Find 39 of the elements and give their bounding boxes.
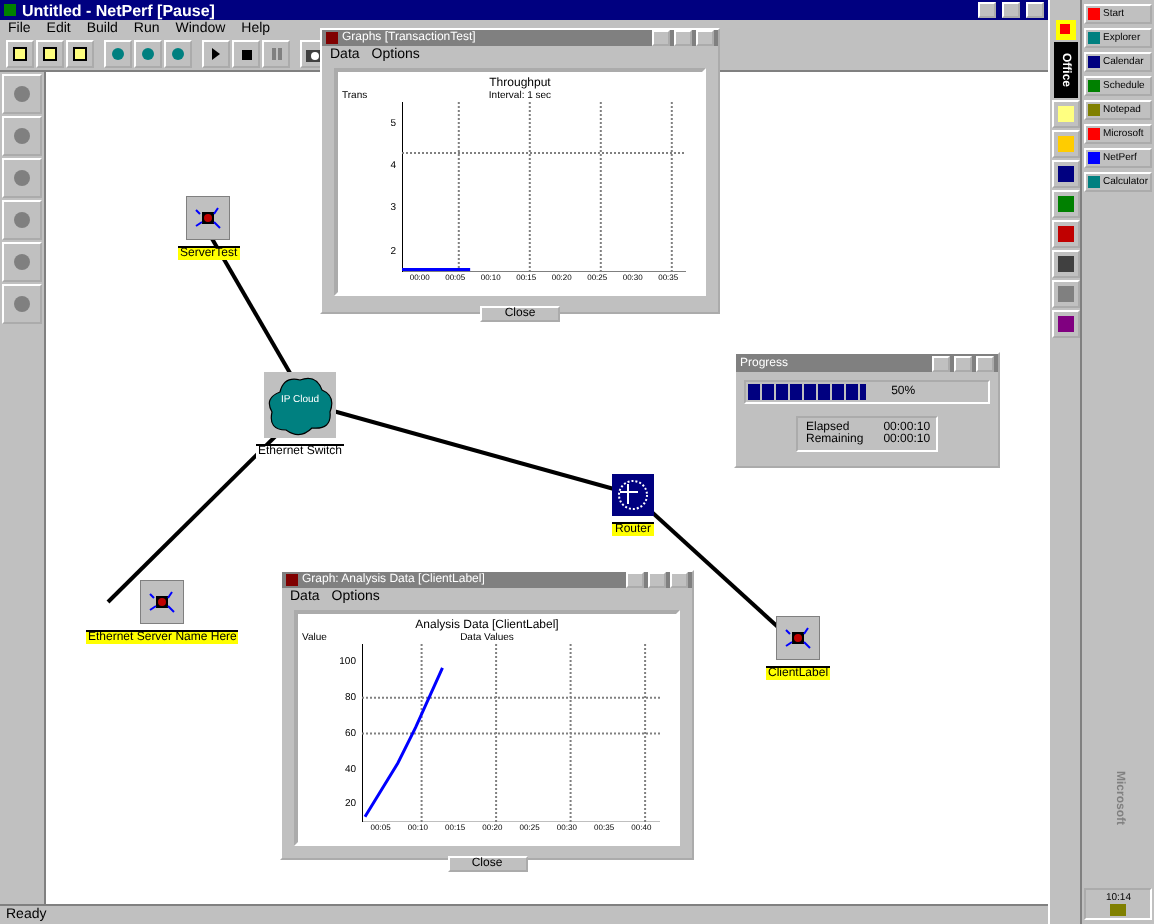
pause-icon xyxy=(271,48,281,60)
computer-icon[interactable] xyxy=(186,196,231,240)
shortcut-button[interactable] xyxy=(1051,220,1079,248)
tool-icon xyxy=(10,124,34,148)
new-button[interactable] xyxy=(6,40,34,68)
globe-icon[interactable] xyxy=(612,474,654,516)
tool-button[interactable] xyxy=(2,242,42,282)
computer-icon[interactable] xyxy=(776,616,821,660)
tool-button[interactable] xyxy=(2,116,42,156)
tool-button[interactable] xyxy=(2,74,42,114)
play-button[interactable] xyxy=(202,40,230,68)
maximize-button[interactable] xyxy=(1001,2,1020,18)
computer-icon[interactable] xyxy=(140,580,185,624)
minimize-button[interactable] xyxy=(977,2,996,18)
tool-icon xyxy=(10,292,34,316)
shortcut-button[interactable] xyxy=(1051,160,1079,188)
save-button[interactable] xyxy=(66,40,94,68)
tool-icon xyxy=(10,250,34,274)
tool-button[interactable] xyxy=(134,40,162,68)
stop-button[interactable] xyxy=(232,40,260,68)
tool-icon xyxy=(10,208,34,232)
tool-button[interactable] xyxy=(2,200,42,240)
tool-button[interactable] xyxy=(2,158,42,198)
title-bar: Untitled - NetPerf [Pause] xyxy=(0,0,1048,20)
stop-icon xyxy=(241,49,251,59)
shortcut-button[interactable] xyxy=(1051,310,1079,338)
tool-icon xyxy=(10,166,34,190)
tool-icon xyxy=(10,82,34,106)
office-logo-icon xyxy=(1055,20,1075,40)
shortcut-button[interactable] xyxy=(1051,250,1079,278)
tool-button[interactable] xyxy=(104,40,132,68)
speaker-icon xyxy=(1110,904,1127,916)
open-button[interactable] xyxy=(36,40,64,68)
cloud-icon[interactable] xyxy=(264,372,337,438)
play-icon xyxy=(210,48,222,60)
tool-button[interactable] xyxy=(2,284,42,324)
close-button[interactable] xyxy=(1025,2,1044,18)
tool-button[interactable] xyxy=(164,40,192,68)
pause-button[interactable] xyxy=(262,40,290,68)
